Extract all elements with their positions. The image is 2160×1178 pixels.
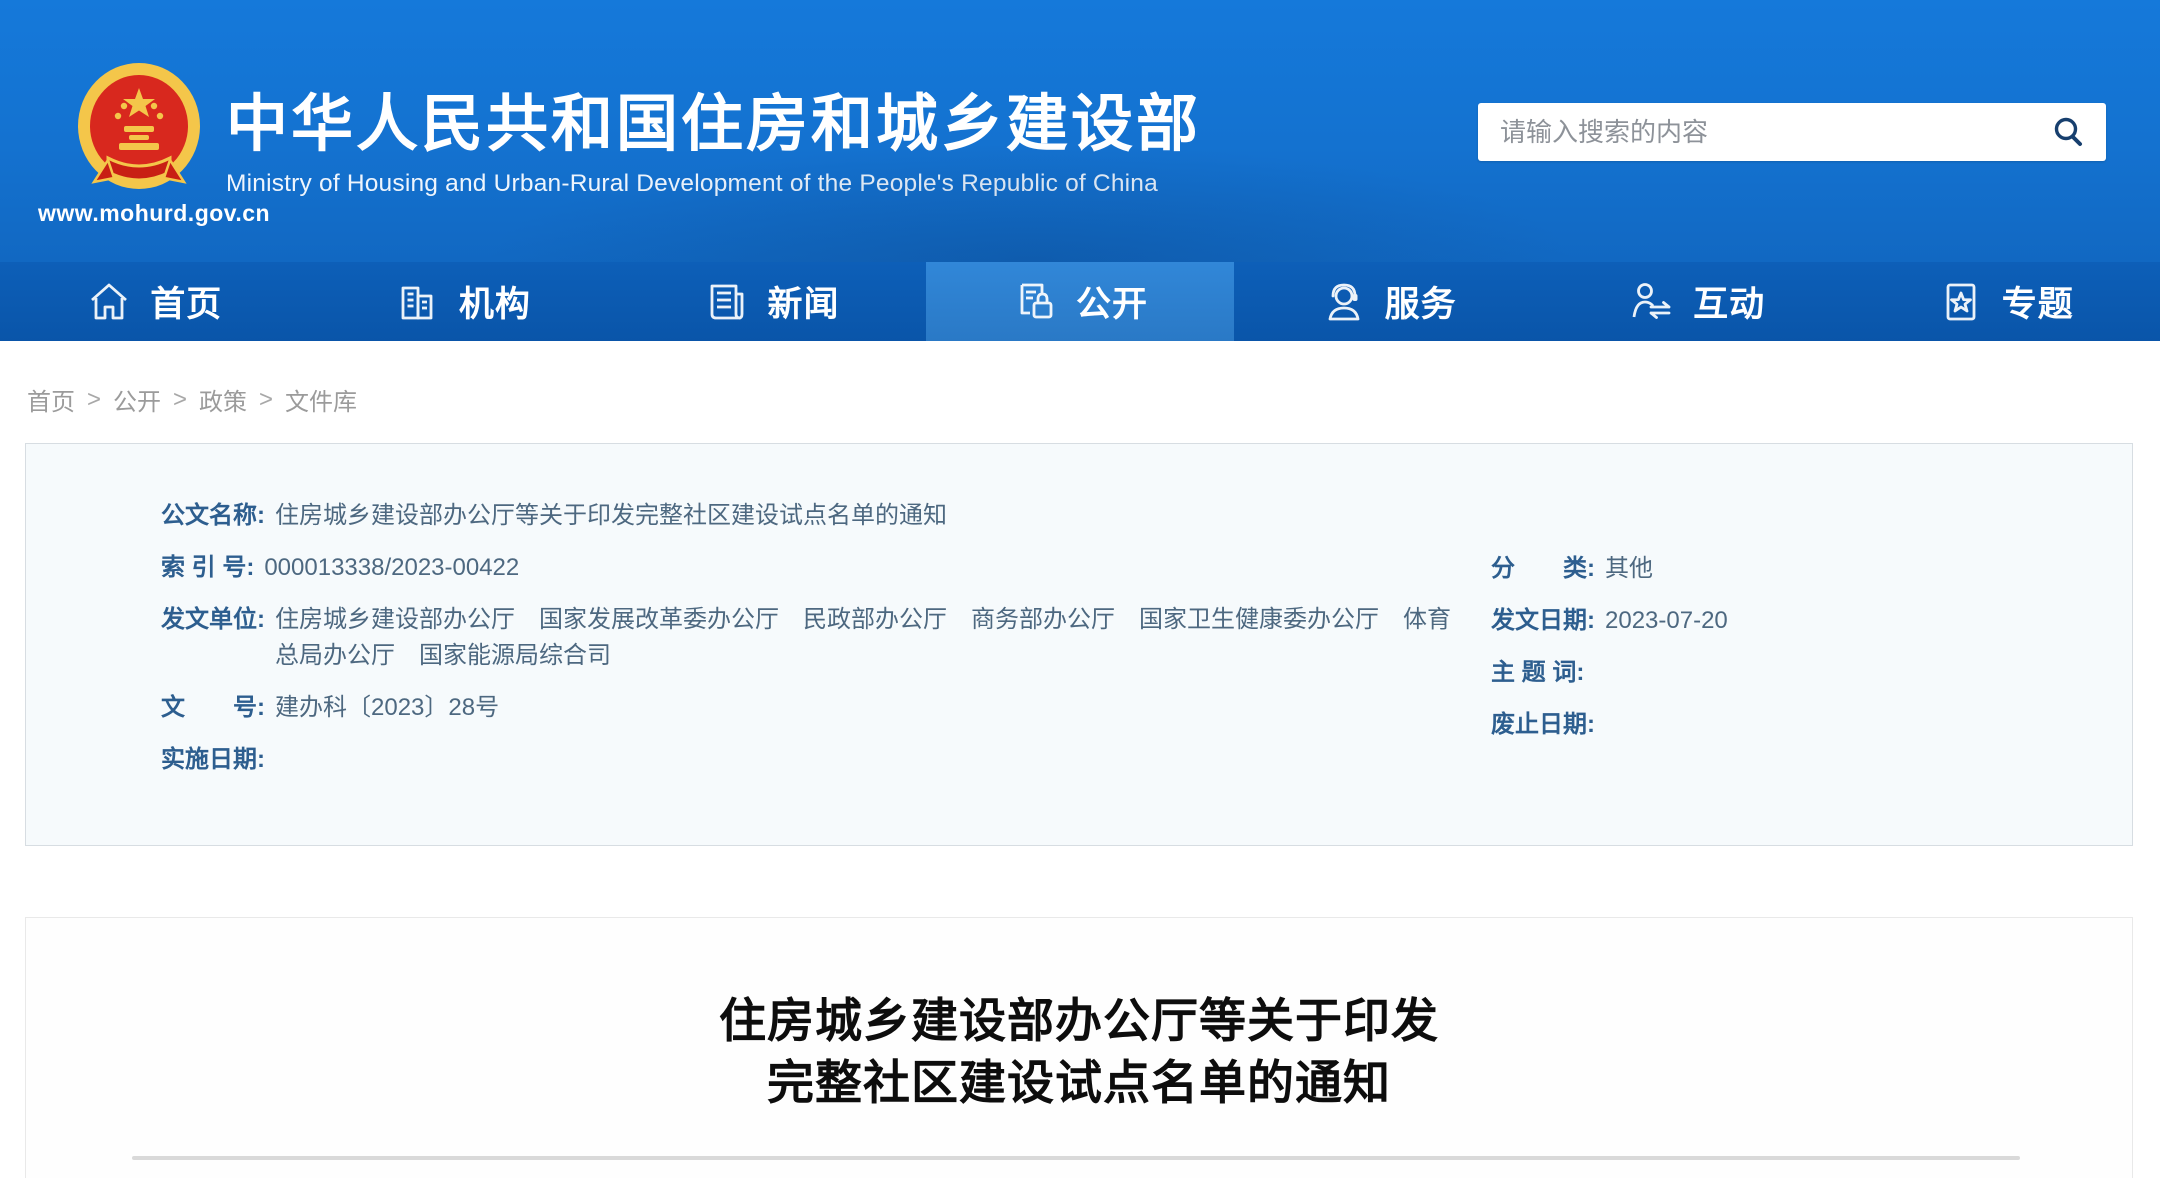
building-icon <box>401 286 433 319</box>
page: www.mohurd.gov.cn 中华人民共和国住房和城乡建设部 Minist… <box>0 0 2160 1178</box>
site-title-cn: 中华人民共和国住房和城乡建设部 <box>226 90 1202 159</box>
meta-label: 发文日期: <box>1491 607 1595 634</box>
breadcrumb: 首页 > 公开 > 政策 > 文件库 <box>27 382 357 417</box>
nav-item-interaction[interactable]: 互动 <box>1543 262 1852 341</box>
site-header: www.mohurd.gov.cn 中华人民共和国住房和城乡建设部 Minist… <box>0 0 2160 262</box>
meta-row-effective-date: 实施日期: <box>161 742 1521 778</box>
breadcrumb-item-library: 文件库 <box>285 389 358 416</box>
nav-item-label: 新闻 <box>767 285 840 324</box>
meta-row-doc-name: 公文名称: 住房城乡建设部办公厅等关于印发完整社区建设试点名单的通知 <box>161 498 1521 534</box>
meta-row-subject-words: 主 题 词: <box>1491 655 2111 691</box>
meta-label: 实施日期: <box>161 746 265 773</box>
nav-item-label: 机构 <box>458 285 531 324</box>
nav-item-label: 专题 <box>2001 285 2074 324</box>
meta-left-column: 公文名称: 住房城乡建设部办公厅等关于印发完整社区建设试点名单的通知 索 引 号… <box>161 498 1521 794</box>
meta-value: 住房城乡建设部办公厅 国家发展改革委办公厅 民政部办公厅 商务部办公厅 国家卫生… <box>275 606 1451 669</box>
search-input[interactable] <box>1500 116 2048 148</box>
article-title-line2: 完整社区建设试点名单的通知 <box>767 1056 1391 1109</box>
meta-right-column: 分 类: 其他 发文日期: 2023-07-20 主 题 词: 废止日期: <box>1491 551 2111 759</box>
article-panel: 住房城乡建设部办公厅等关于印发 完整社区建设试点名单的通知 <box>25 917 2133 1178</box>
meta-label: 索 引 号: <box>161 554 255 581</box>
meta-value: 建办科〔2023〕28号 <box>275 694 500 721</box>
meta-label: 废止日期: <box>1491 711 1595 738</box>
article-divider <box>132 1156 2020 1160</box>
article-title-line1: 住房城乡建设部办公厅等关于印发 <box>719 994 1439 1047</box>
meta-label: 公文名称: <box>161 502 265 529</box>
site-title-block: 中华人民共和国住房和城乡建设部 Ministry of Housing and … <box>226 92 1201 198</box>
search-box <box>1478 103 2106 161</box>
document-meta-panel: 公文名称: 住房城乡建设部办公厅等关于印发完整社区建设试点名单的通知 索 引 号… <box>25 443 2133 846</box>
meta-row-index-number: 索 引 号: 000013338/2023-00422 <box>161 550 1521 586</box>
meta-value: 2023-07-20 <box>1605 607 1728 634</box>
nav-item-label: 公开 <box>1076 285 1149 324</box>
site-url: www.mohurd.gov.cn <box>38 200 271 226</box>
site-title-en: Ministry of Housing and Urban-Rural Deve… <box>226 170 1158 197</box>
breadcrumb-separator: > <box>259 385 274 413</box>
home-icon <box>91 283 128 319</box>
search-button[interactable] <box>2048 112 2088 152</box>
breadcrumb-separator: > <box>87 385 102 413</box>
meta-row-issue-date: 发文日期: 2023-07-20 <box>1491 603 2111 639</box>
nav-item-label: 互动 <box>1693 285 1766 324</box>
nav-item-org[interactable]: 机构 <box>309 262 618 341</box>
nav-item-services[interactable]: 服务 <box>1234 262 1543 341</box>
nav-item-topics[interactable]: 专题 <box>1851 262 2160 341</box>
service-agent-icon <box>1328 283 1359 320</box>
meta-label: 文 号: <box>161 694 265 721</box>
meta-label: 发文单位: <box>161 606 265 633</box>
meta-label: 分 类: <box>1491 555 1595 582</box>
meta-row-category: 分 类: 其他 <box>1491 551 2111 587</box>
meta-row-issuing-units: 发文单位: 住房城乡建设部办公厅 国家发展改革委办公厅 民政部办公厅 商务部办公… <box>161 602 1521 674</box>
national-emblem-logo[interactable] <box>74 62 204 196</box>
news-icon <box>711 284 744 319</box>
nav-item-label: 首页 <box>150 285 223 324</box>
article-title: 住房城乡建设部办公厅等关于印发 完整社区建设试点名单的通知 <box>26 990 2132 1114</box>
meta-row-doc-number: 文 号: 建办科〔2023〕28号 <box>161 690 1521 726</box>
interaction-icon <box>1632 282 1671 319</box>
nav-item-news[interactable]: 新闻 <box>617 262 926 341</box>
meta-label: 主 题 词: <box>1491 659 1585 686</box>
meta-value: 000013338/2023-00422 <box>264 554 520 581</box>
breadcrumb-item-home[interactable]: 首页 <box>27 382 75 417</box>
breadcrumb-separator: > <box>173 385 188 413</box>
meta-value: 住房城乡建设部办公厅等关于印发完整社区建设试点名单的通知 <box>275 502 947 529</box>
nav-item-home[interactable]: 首页 <box>0 262 309 341</box>
main-nav: 首页 机构 新闻 公开 服务 互动 专题 <box>0 262 2160 341</box>
nav-item-label: 服务 <box>1384 285 1457 324</box>
meta-row-repeal-date: 废止日期: <box>1491 707 2111 743</box>
search-icon <box>2054 117 2082 146</box>
breadcrumb-item-policy[interactable]: 政策 <box>199 382 247 417</box>
star-topic-icon <box>1946 283 1976 320</box>
nav-item-open[interactable]: 公开 <box>925 262 1235 341</box>
open-document-icon <box>1020 283 1053 318</box>
meta-value: 其他 <box>1605 555 1653 582</box>
breadcrumb-item-open[interactable]: 公开 <box>113 382 161 417</box>
